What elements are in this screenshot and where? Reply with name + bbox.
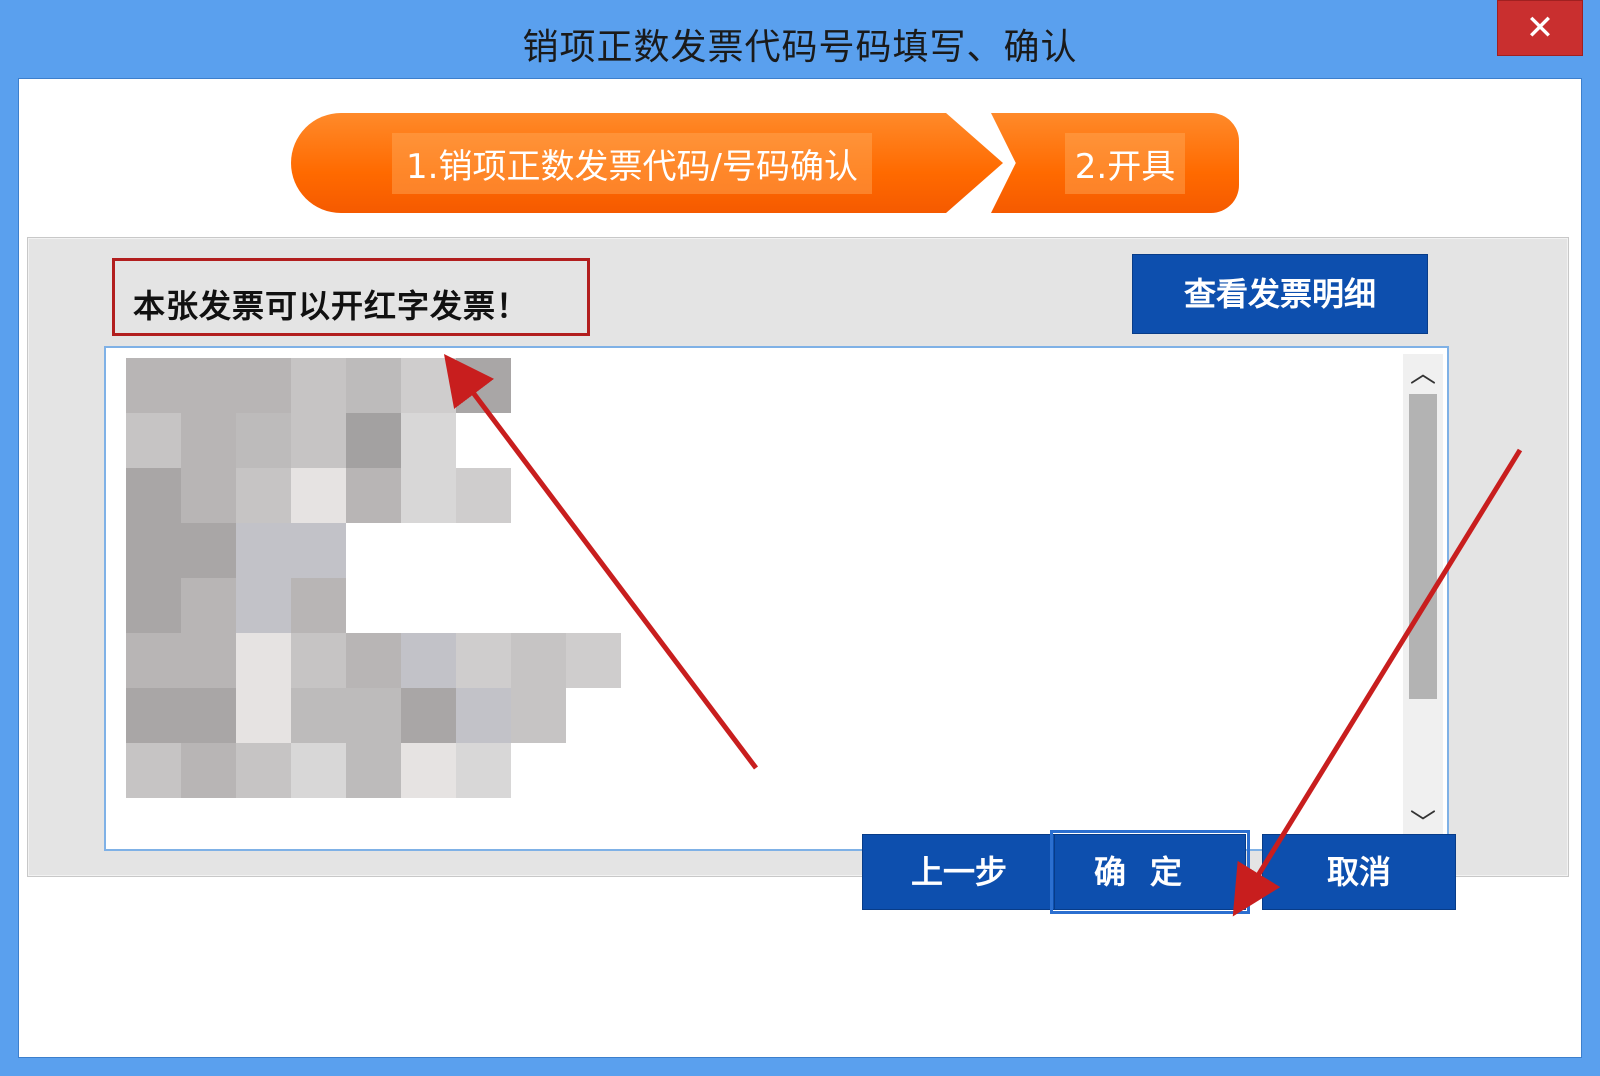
step-2-indicator: 2.开具 [991,113,1239,213]
mosaic-cell [126,633,181,688]
mosaic-cell [181,468,236,523]
mosaic-cell [401,743,456,798]
dialog-window: 销项正数发票代码号码填写、确认 ✕ 1.销项正数发票代码/号码确认 2.开具 本… [0,0,1600,1076]
mosaic-cell [126,743,181,798]
mosaic-cell [126,358,181,413]
status-message: 本张发票可以开红字发票！ [112,258,590,336]
cancel-button[interactable]: 取消 [1262,834,1456,910]
step-1-indicator: 1.销项正数发票代码/号码确认 [291,113,1003,213]
confirm-button[interactable]: 确定 [1050,830,1250,914]
close-button[interactable]: ✕ [1497,0,1583,56]
mosaic-cell [236,578,291,633]
vertical-scrollbar[interactable]: ︿ ﹀ [1403,354,1443,844]
mosaic-cell [181,358,236,413]
step-1-label: 1.销项正数发票代码/号码确认 [392,132,872,194]
mosaic-cell [181,633,236,688]
redacted-content [126,358,676,798]
previous-step-button[interactable]: 上一步 [862,834,1056,910]
mosaic-cell [291,743,346,798]
mosaic-cell [401,688,456,743]
mosaic-cell [126,523,181,578]
mosaic-cell [291,578,346,633]
mosaic-cell [291,688,346,743]
mosaic-cell [236,468,291,523]
mosaic-cell [456,688,511,743]
mosaic-cell [401,358,456,413]
mosaic-cell [236,523,291,578]
mosaic-cell [236,358,291,413]
mosaic-cell [401,468,456,523]
mosaic-cell [511,688,566,743]
mosaic-cell [346,743,401,798]
mosaic-cell [291,468,346,523]
invoice-panel: 本张发票可以开红字发票！ 查看发票明细 ︿ ﹀ [27,237,1569,877]
mosaic-cell [511,633,566,688]
mosaic-cell [291,358,346,413]
mosaic-cell [181,743,236,798]
mosaic-cell [181,413,236,468]
scrollbar-thumb[interactable] [1409,394,1437,699]
mosaic-cell [181,578,236,633]
mosaic-cell [566,633,621,688]
mosaic-cell [346,413,401,468]
title-bar: 销项正数发票代码号码填写、确认 ✕ [0,0,1600,78]
mosaic-cell [291,633,346,688]
mosaic-cell [456,633,511,688]
mosaic-cell [456,358,511,413]
mosaic-cell [236,413,291,468]
scroll-up-icon[interactable]: ︿ [1403,354,1443,394]
mosaic-cell [181,688,236,743]
invoice-info-textarea[interactable]: ︿ ﹀ [104,346,1449,851]
mosaic-cell [346,358,401,413]
mosaic-cell [456,468,511,523]
mosaic-cell [126,688,181,743]
mosaic-cell [236,633,291,688]
mosaic-cell [291,523,346,578]
step-2-label: 2.开具 [1064,132,1186,194]
mosaic-cell [291,413,346,468]
mosaic-cell [126,468,181,523]
mosaic-cell [126,413,181,468]
mosaic-cell [236,688,291,743]
mosaic-cell [401,633,456,688]
dialog-content: 1.销项正数发票代码/号码确认 2.开具 本张发票可以开红字发票！ 查看发票明细… [18,78,1582,1058]
mosaic-cell [346,688,401,743]
mosaic-cell [401,413,456,468]
mosaic-cell [126,578,181,633]
mosaic-cell [181,523,236,578]
mosaic-cell [346,468,401,523]
view-invoice-detail-button[interactable]: 查看发票明细 [1132,254,1428,334]
mosaic-cell [236,743,291,798]
mosaic-cell [456,743,511,798]
mosaic-cell [346,633,401,688]
window-title: 销项正数发票代码号码填写、确认 [522,27,1078,68]
